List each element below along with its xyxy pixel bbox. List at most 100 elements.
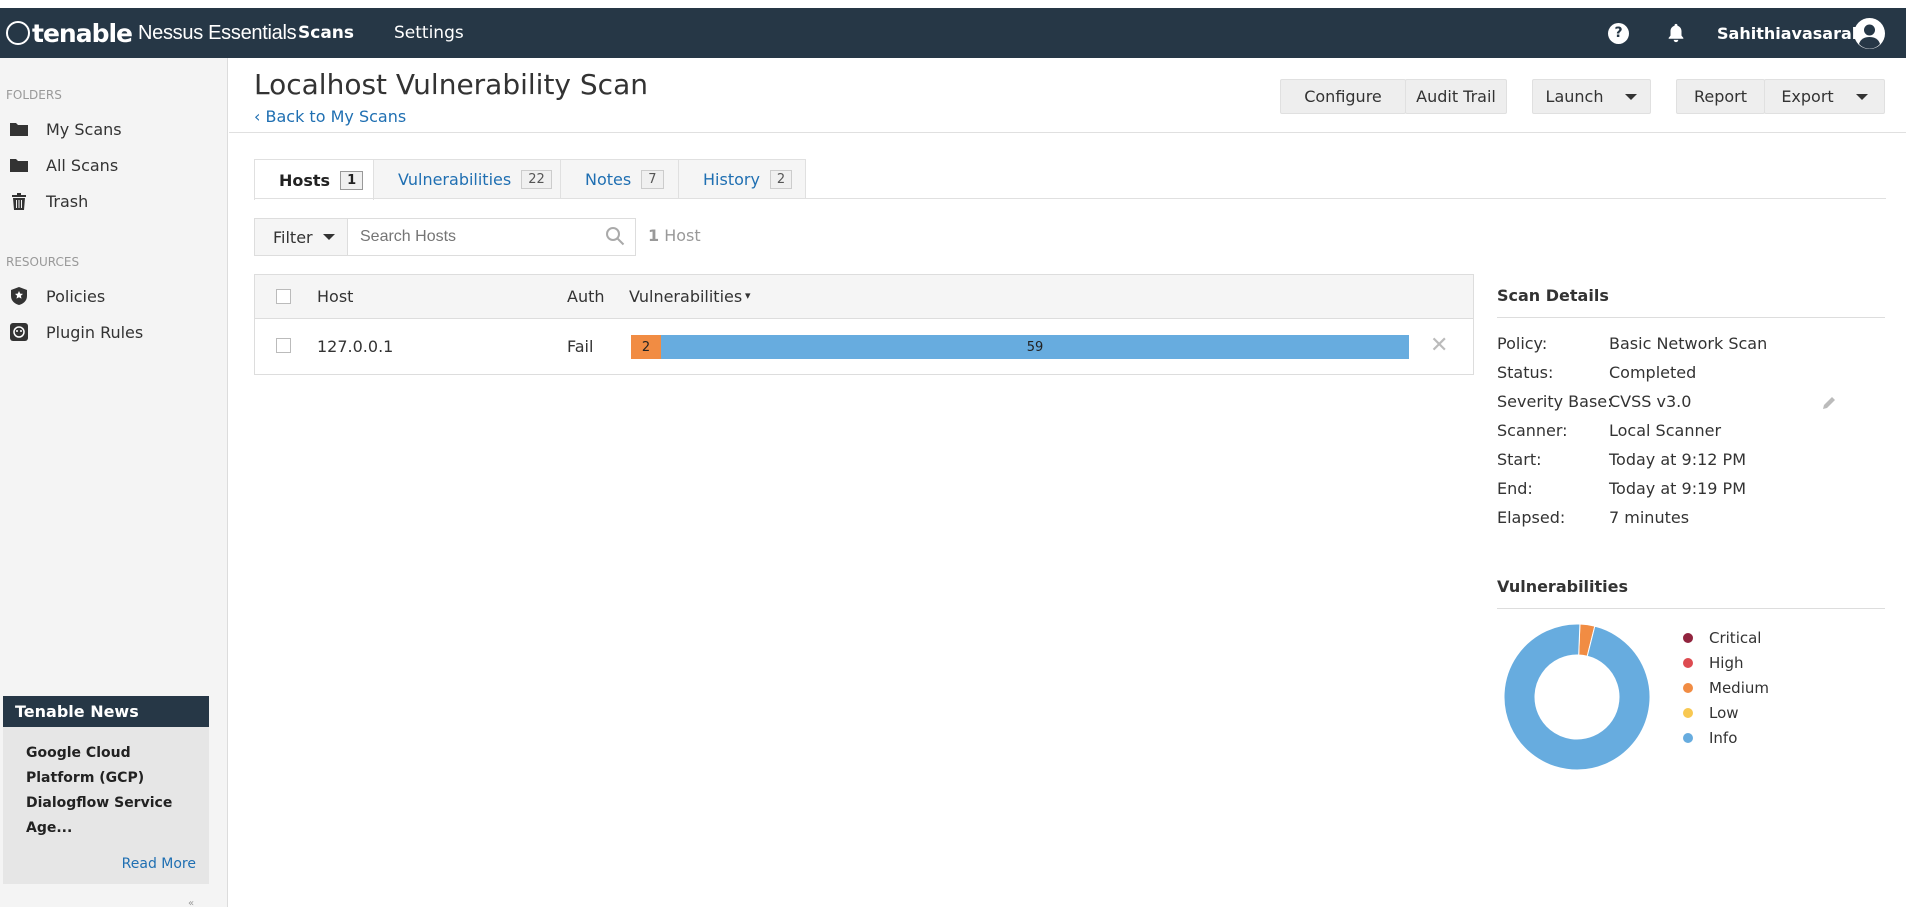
- legend-label: High: [1709, 653, 1744, 672]
- caret-down-icon: [322, 234, 335, 240]
- back-to-my-scans-link[interactable]: ‹ Back to My Scans: [254, 107, 406, 126]
- severity-segment-info[interactable]: 59: [661, 335, 1409, 359]
- select-all-checkbox[interactable]: [276, 289, 291, 304]
- detail-value: Today at 9:19 PM: [1609, 479, 1746, 498]
- filter-button[interactable]: Filter: [254, 218, 348, 256]
- scan-details-title: Scan Details: [1497, 286, 1609, 305]
- pencil-icon[interactable]: [1822, 396, 1836, 410]
- sidebar-item-label: Policies: [46, 286, 106, 306]
- sidebar-item-trash[interactable]: Trash: [0, 186, 228, 216]
- news-headline[interactable]: Google Cloud Platform (GCP) Dialogflow S…: [3, 727, 183, 841]
- audit-trail-button[interactable]: Audit Trail: [1405, 79, 1507, 114]
- logo-product: Nessus Essentials: [138, 21, 297, 44]
- caret-down-icon: [1855, 93, 1868, 100]
- vulnerabilities-donut-chart[interactable]: [1502, 622, 1652, 772]
- severity-bar[interactable]: 2 59: [631, 335, 1409, 359]
- sidebar-item-label: Plugin Rules: [46, 322, 144, 342]
- caret-down-icon: [1625, 93, 1638, 100]
- severity-segment-medium[interactable]: 2: [631, 335, 661, 359]
- detail-label: Start:: [1497, 450, 1542, 469]
- search-icon[interactable]: [605, 226, 625, 246]
- tab-vulnerabilities[interactable]: Vulnerabilities 22: [373, 159, 561, 199]
- sidebar-item-label: All Scans: [46, 155, 119, 175]
- column-host[interactable]: Host: [317, 287, 353, 306]
- tab-count: 1: [340, 170, 364, 190]
- tab-count: 2: [769, 170, 793, 189]
- read-more-link[interactable]: Read More: [122, 856, 196, 872]
- report-button[interactable]: Report: [1676, 79, 1765, 114]
- tenable-news-panel: Tenable News Google Cloud Platform (GCP)…: [3, 696, 209, 884]
- search-hosts-input[interactable]: [347, 218, 636, 256]
- logo-brand: tenable: [32, 18, 133, 48]
- legend-item-low[interactable]: Low: [1683, 700, 1769, 725]
- host-ip[interactable]: 127.0.0.1: [317, 337, 393, 356]
- launch-label: Launch: [1545, 87, 1604, 106]
- folders-heading: FOLDERS: [6, 88, 62, 102]
- detail-label: End:: [1497, 479, 1533, 498]
- detail-label: Severity Base:: [1497, 392, 1613, 411]
- export-label: Export: [1781, 87, 1834, 106]
- filter-label: Filter: [273, 227, 313, 247]
- close-icon[interactable]: ✕: [1430, 333, 1448, 358]
- scan-details-panel: Scan Details Policy: Basic Network Scan …: [1497, 286, 1885, 527]
- user-avatar-icon[interactable]: [1854, 18, 1885, 49]
- tenable-logo[interactable]: tenable Nessus Essentials: [6, 18, 297, 48]
- tab-count: 22: [521, 170, 552, 189]
- detail-label: Scanner:: [1497, 421, 1568, 440]
- sidebar-item-all-scans[interactable]: All Scans: [0, 150, 228, 180]
- table-header: Host Auth Vulnerabilities ▾: [255, 275, 1473, 319]
- detail-value: Local Scanner: [1609, 421, 1722, 440]
- vulnerabilities-divider: [1497, 608, 1885, 609]
- trash-icon: [10, 192, 28, 210]
- legend-dot: [1683, 707, 1693, 718]
- news-title: Tenable News: [3, 696, 209, 727]
- tab-hosts[interactable]: Hosts 1: [254, 159, 374, 200]
- detail-value: 7 minutes: [1609, 508, 1690, 527]
- question-circle-icon[interactable]: ?: [1608, 23, 1629, 44]
- legend-dot: [1683, 732, 1693, 743]
- legend-item-info[interactable]: Info: [1683, 725, 1769, 750]
- configure-button[interactable]: Configure: [1280, 79, 1406, 114]
- host-count-label: Host: [659, 226, 701, 245]
- audit-trail-label: Audit Trail: [1416, 87, 1496, 106]
- tab-history[interactable]: History 2: [678, 159, 806, 199]
- sort-desc-icon[interactable]: ▾: [745, 289, 751, 302]
- detail-label: Status:: [1497, 363, 1554, 382]
- sidebar-item-plugin-rules[interactable]: Plugin Rules: [0, 317, 228, 347]
- column-auth[interactable]: Auth: [567, 287, 605, 306]
- detail-value: Today at 9:12 PM: [1609, 450, 1746, 469]
- bell-icon[interactable]: [1665, 22, 1687, 44]
- plugin-rules-icon: [10, 323, 28, 341]
- launch-button[interactable]: Launch: [1532, 79, 1651, 114]
- chart-legend: Critical High Medium Low Info: [1683, 625, 1769, 750]
- legend-item-medium[interactable]: Medium: [1683, 675, 1769, 700]
- column-vulnerabilities[interactable]: Vulnerabilities: [629, 287, 742, 306]
- vulnerabilities-panel: Vulnerabilities: [1497, 577, 1885, 609]
- tab-notes[interactable]: Notes 7: [560, 159, 679, 199]
- export-button[interactable]: Export: [1764, 79, 1885, 114]
- legend-label: Info: [1709, 728, 1738, 747]
- username[interactable]: Sahithiavasarala: [1717, 24, 1868, 43]
- back-link-label: Back to My Scans: [265, 107, 407, 126]
- legend-dot: [1683, 682, 1693, 693]
- tab-label: Vulnerabilities: [398, 170, 512, 189]
- legend-item-critical[interactable]: Critical: [1683, 625, 1769, 650]
- nav-scans[interactable]: Scans: [298, 23, 354, 43]
- host-count: 1 Host: [648, 226, 701, 245]
- row-checkbox[interactable]: [276, 338, 291, 353]
- sidebar-item-label: Trash: [46, 191, 89, 211]
- donut-slice-info[interactable]: [1503, 623, 1651, 771]
- legend-item-high[interactable]: High: [1683, 650, 1769, 675]
- vulnerabilities-title: Vulnerabilities: [1497, 577, 1629, 596]
- sidebar-item-policies[interactable]: Policies: [0, 281, 228, 311]
- chevron-left-icon: ‹: [254, 107, 261, 126]
- tabs-divider: [254, 198, 1886, 199]
- folder-icon: [10, 156, 28, 174]
- sidebar-item-label: My Scans: [46, 119, 122, 139]
- sidebar-item-my-scans[interactable]: My Scans: [0, 114, 228, 144]
- detail-label: Elapsed:: [1497, 508, 1566, 527]
- logo-circle-icon: [6, 21, 30, 45]
- scan-details-divider: [1497, 317, 1885, 318]
- nav-settings[interactable]: Settings: [394, 23, 464, 43]
- collapse-sidebar-icon[interactable]: «: [188, 898, 194, 907]
